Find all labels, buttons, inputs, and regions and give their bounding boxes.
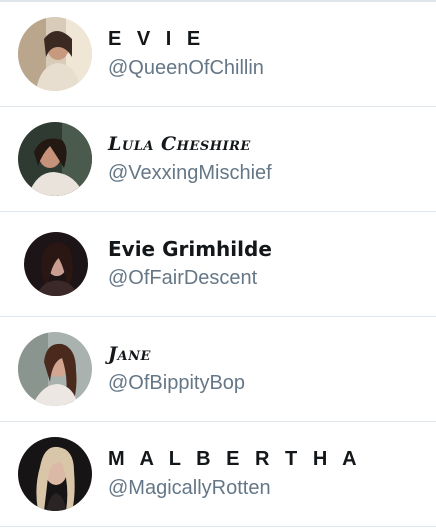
user-row[interactable]: M A L B E R T H A @MagicallyRotten: [0, 422, 436, 527]
display-name: Jane: [108, 343, 151, 365]
user-handle: @OfFairDescent: [108, 267, 258, 289]
user-row[interactable]: Evie Grimhilde @OfFairDescent: [0, 212, 436, 317]
avatar[interactable]: [18, 17, 92, 91]
user-handle: @OfBippityBop: [108, 372, 246, 394]
user-row[interactable]: Jane @OfBippityBop: [0, 317, 436, 422]
user-row[interactable]: E V I E @QueenOfChillin: [0, 2, 436, 107]
avatar[interactable]: [18, 437, 92, 511]
avatar[interactable]: [18, 122, 92, 196]
user-row[interactable]: Lula Cheshire @VexxingMischief: [0, 107, 436, 212]
display-name: Lula Cheshire: [108, 133, 251, 155]
display-name: Evie Grimhilde: [108, 237, 272, 261]
avatar[interactable]: [18, 332, 92, 406]
user-handle: @QueenOfChillin: [108, 57, 264, 79]
user-handle: @VexxingMischief: [108, 162, 272, 184]
user-handle: @MagicallyRotten: [108, 477, 271, 499]
display-name: M A L B E R T H A: [108, 448, 362, 470]
avatar[interactable]: [24, 232, 88, 296]
user-list: E V I E @QueenOfChillin Lula Cheshire @V…: [0, 0, 436, 530]
display-name: E V I E: [108, 28, 206, 50]
